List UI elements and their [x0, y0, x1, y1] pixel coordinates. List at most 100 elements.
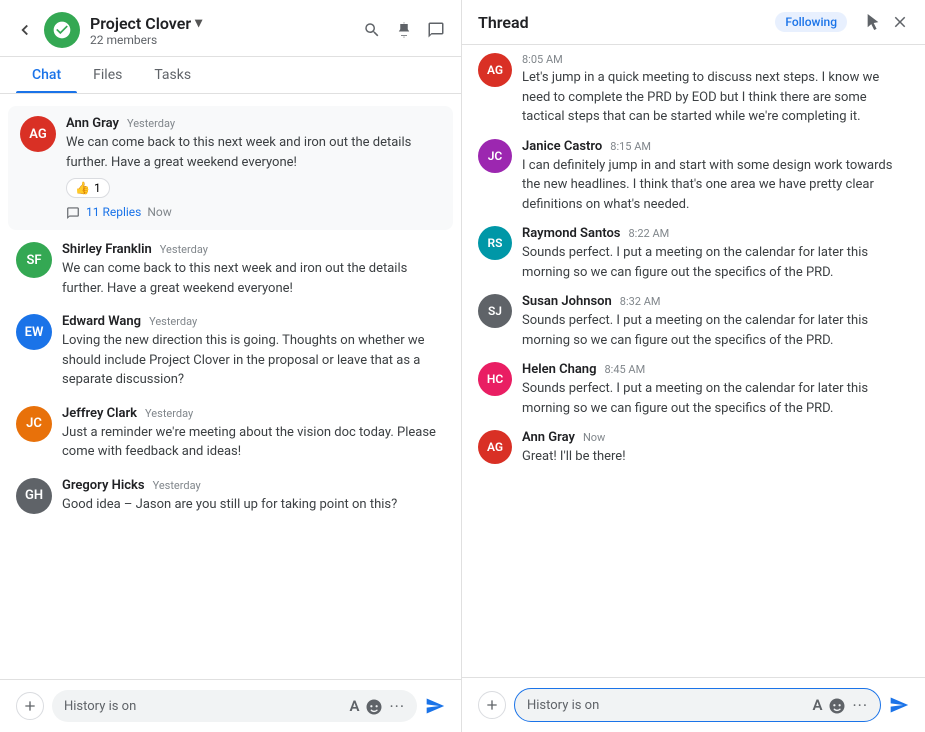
replies-count: 11 Replies: [86, 205, 141, 219]
avatar: JC: [16, 406, 52, 442]
message-author: Shirley Franklin: [62, 242, 152, 257]
reaction-count: 1: [94, 181, 101, 195]
project-title: Project Clover ▾: [90, 14, 353, 33]
thread-text: Great! I'll be there!: [522, 447, 909, 467]
message-text: Loving the new direction this is going. …: [62, 331, 445, 390]
thread-message: AG 8:05 AM Let's jump in a quick meeting…: [478, 53, 909, 127]
message-content: Shirley Franklin Yesterday We can come b…: [62, 242, 445, 298]
reaction-row: 👍 1: [66, 178, 441, 198]
message-item: SF Shirley Franklin Yesterday We can com…: [0, 234, 461, 306]
thread-message: RS Raymond Santos 8:22 AM Sounds perfect…: [478, 226, 909, 282]
add-button[interactable]: [16, 692, 44, 720]
reply-icon: [66, 204, 80, 220]
message-text: We can come back to this next week and i…: [62, 259, 445, 298]
thread-message-header: Janice Castro 8:15 AM: [522, 139, 909, 154]
right-add-button[interactable]: [478, 691, 506, 719]
avatar: AG: [478, 430, 512, 464]
right-more-options-icon[interactable]: ···: [852, 696, 868, 715]
thread-author: Raymond Santos: [522, 226, 621, 241]
message-content: Ann Gray Yesterday We can come back to t…: [66, 116, 441, 220]
thread-text: Sounds perfect. I put a meeting on the c…: [522, 243, 909, 282]
thread-message-header: 8:05 AM: [522, 53, 909, 66]
project-name: Project Clover: [90, 14, 191, 33]
emoji-icon[interactable]: [365, 696, 383, 716]
message-input-placeholder[interactable]: History is on: [64, 699, 343, 714]
thread-message: AG Ann Gray Now Great! I'll be there!: [478, 430, 909, 467]
tab-chat[interactable]: Chat: [16, 57, 77, 93]
message-header: Shirley Franklin Yesterday: [62, 242, 445, 257]
header-actions: [363, 21, 445, 39]
message-content: Gregory Hicks Yesterday Good idea – Jaso…: [62, 478, 445, 515]
pin-button[interactable]: [395, 21, 413, 39]
avatar: SF: [16, 242, 52, 278]
thread-time: 8:32 AM: [620, 295, 661, 308]
message-header: Edward Wang Yesterday: [62, 314, 445, 329]
thread-message-content: Helen Chang 8:45 AM Sounds perfect. I pu…: [522, 362, 909, 418]
message-time: Yesterday: [160, 243, 208, 256]
message-header: Gregory Hicks Yesterday: [62, 478, 445, 493]
left-panel: Project Clover ▾ 22 members: [0, 0, 462, 732]
thread-text: Let's jump in a quick meeting to discuss…: [522, 68, 909, 127]
thread-text: Sounds perfect. I put a meeting on the c…: [522, 379, 909, 418]
thread-message: HC Helen Chang 8:45 AM Sounds perfect. I…: [478, 362, 909, 418]
avatar: AG: [20, 116, 56, 152]
format-text-icon[interactable]: A: [349, 697, 359, 715]
replies-row[interactable]: 11 Replies Now: [66, 204, 441, 220]
thread-time: 8:05 AM: [522, 53, 563, 66]
app-container: Project Clover ▾ 22 members: [0, 0, 925, 732]
right-message-input-box[interactable]: History is on A ···: [514, 688, 881, 722]
thread-header: Thread Following: [462, 0, 925, 45]
search-button[interactable]: [363, 21, 381, 39]
chat-header: Project Clover ▾ 22 members: [0, 0, 461, 57]
thread-author: Helen Chang: [522, 362, 596, 377]
right-send-button[interactable]: [889, 695, 909, 715]
avatar: EW: [16, 314, 52, 350]
thread-message-header: Susan Johnson 8:32 AM: [522, 294, 909, 309]
tab-bar: Chat Files Tasks: [0, 57, 461, 94]
thread-text: I can definitely jump in and start with …: [522, 156, 909, 215]
message-item: AG Ann Gray Yesterday We can come back t…: [8, 106, 453, 230]
right-format-text-icon[interactable]: A: [812, 696, 822, 714]
message-header: Ann Gray Yesterday: [66, 116, 441, 131]
message-author: Gregory Hicks: [62, 478, 145, 493]
reaction-badge[interactable]: 👍 1: [66, 178, 110, 198]
right-emoji-icon[interactable]: [828, 695, 846, 715]
message-time: Yesterday: [127, 117, 175, 130]
message-item: EW Edward Wang Yesterday Loving the new …: [0, 306, 461, 398]
message-text: We can come back to this next week and i…: [66, 133, 441, 172]
messages-list: AG Ann Gray Yesterday We can come back t…: [0, 94, 461, 679]
thread-message-content: Ann Gray Now Great! I'll be there!: [522, 430, 909, 467]
following-badge[interactable]: Following: [775, 12, 847, 32]
tab-files[interactable]: Files: [77, 57, 138, 93]
message-input-box[interactable]: History is on A ···: [52, 690, 417, 722]
right-input-area: History is on A ···: [462, 677, 925, 732]
thread-message-content: 8:05 AM Let's jump in a quick meeting to…: [522, 53, 909, 127]
thread-message: SJ Susan Johnson 8:32 AM Sounds perfect.…: [478, 294, 909, 350]
message-button[interactable]: [427, 21, 445, 39]
replies-time: Now: [147, 205, 171, 219]
avatar: JC: [478, 139, 512, 173]
thread-time: 8:22 AM: [629, 227, 670, 240]
members-count: 22 members: [90, 33, 353, 47]
thread-author: Janice Castro: [522, 139, 602, 154]
send-button[interactable]: [425, 696, 445, 716]
left-input-area: History is on A ···: [0, 679, 461, 732]
title-chevron-icon[interactable]: ▾: [195, 15, 202, 31]
header-info: Project Clover ▾ 22 members: [90, 14, 353, 47]
tab-tasks[interactable]: Tasks: [138, 57, 207, 93]
message-text: Just a reminder we're meeting about the …: [62, 423, 445, 462]
thread-message-content: Susan Johnson 8:32 AM Sounds perfect. I …: [522, 294, 909, 350]
message-author: Edward Wang: [62, 314, 141, 329]
thread-message-header: Raymond Santos 8:22 AM: [522, 226, 909, 241]
message-content: Jeffrey Clark Yesterday Just a reminder …: [62, 406, 445, 462]
more-options-icon[interactable]: ···: [389, 697, 405, 716]
message-time: Yesterday: [145, 407, 193, 420]
message-text: Good idea – Jason are you still up for t…: [62, 495, 445, 515]
thread-message-content: Raymond Santos 8:22 AM Sounds perfect. I…: [522, 226, 909, 282]
reaction-emoji: 👍: [75, 181, 90, 195]
close-button[interactable]: [891, 13, 909, 31]
thread-time: Now: [583, 431, 605, 444]
right-message-input-placeholder[interactable]: History is on: [527, 698, 806, 713]
thread-message-content: Janice Castro 8:15 AM I can definitely j…: [522, 139, 909, 215]
back-button[interactable]: [16, 21, 34, 39]
